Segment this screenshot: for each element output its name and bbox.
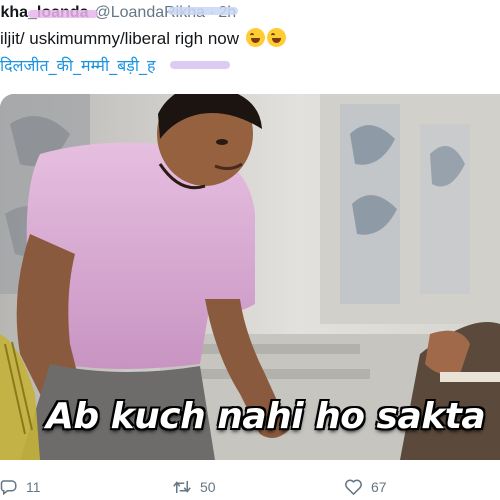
redaction-scribble [168, 7, 238, 15]
retweet-count: 50 [200, 479, 216, 495]
redaction-scribble [170, 61, 230, 69]
reply-button[interactable]: 11 [0, 478, 41, 496]
meme-caption: Ab kuch nahi ho sakta [46, 396, 486, 437]
retweet-icon [173, 481, 191, 493]
tweet-media-image[interactable]: Ab kuch nahi ho sakta [0, 94, 500, 460]
like-count: 67 [371, 479, 387, 495]
rolling-on-floor-laughing-emoji-icon [266, 28, 286, 47]
reply-count: 11 [26, 479, 41, 495]
heart-icon [345, 479, 362, 495]
rolling-on-floor-laughing-emoji-icon [245, 28, 265, 47]
like-button[interactable]: 67 [344, 478, 387, 496]
tweet-card[interactable]: ikha_loanda @LoandaRikha · 2h iljit/ usk… [0, 0, 500, 500]
tweet-text: iljit/ uskimummy/liberal righ now [0, 28, 286, 49]
retweet-button[interactable]: 50 [172, 478, 216, 496]
redaction-scribble [28, 10, 98, 18]
hashtag-link[interactable]: दिलजीत_की_मम्मी_बड़ी_ह [0, 54, 155, 76]
tweet-text-content: iljit/ uskimummy/liberal righ now [0, 29, 240, 48]
tweet-action-bar: 11 50 67 [0, 478, 500, 500]
reply-icon [0, 480, 17, 496]
